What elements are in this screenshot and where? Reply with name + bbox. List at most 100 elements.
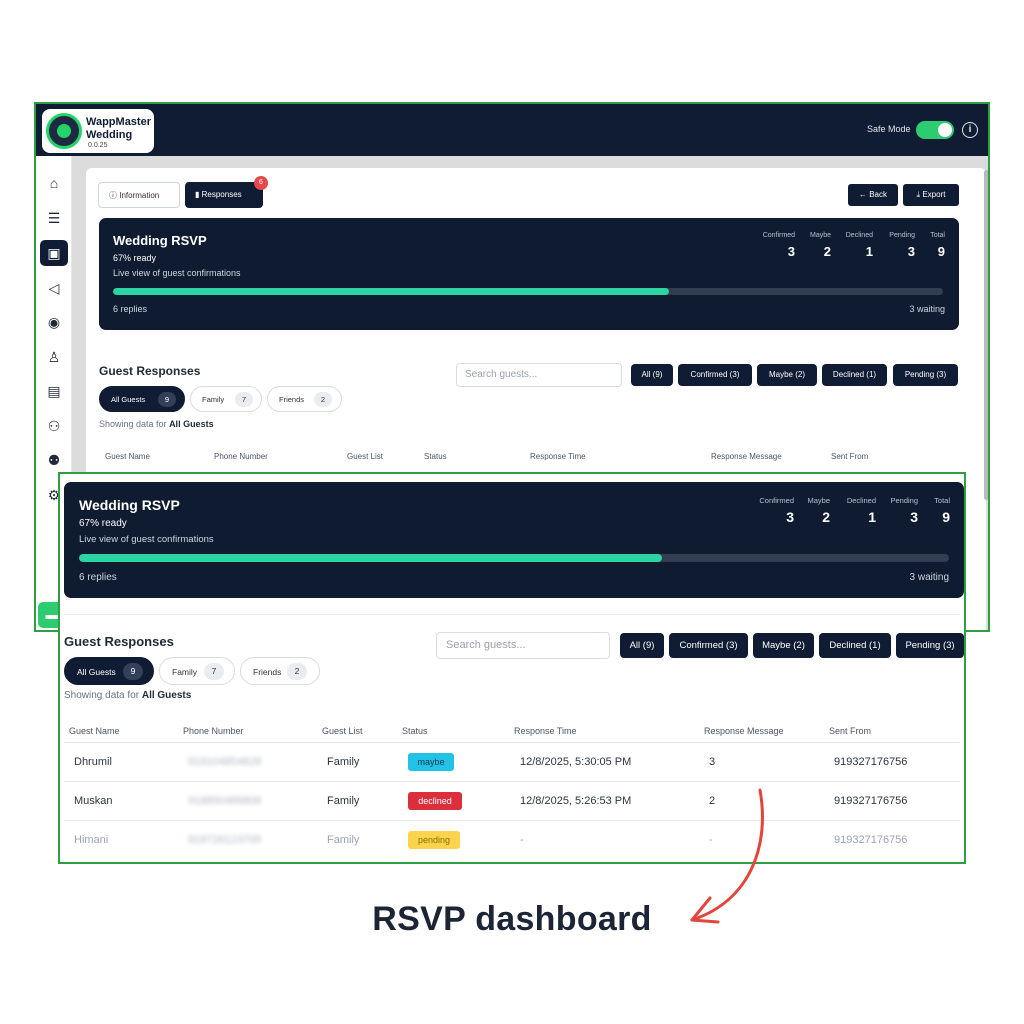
- showing-prefix: Showing data for: [99, 419, 167, 429]
- bar-chart-icon: ▮: [195, 190, 202, 199]
- stat-declined-value: 1: [865, 244, 873, 259]
- back-button[interactable]: ← Back: [848, 184, 898, 206]
- filter-all[interactable]: All (9): [631, 364, 673, 386]
- stat-maybe-label: Maybe: [807, 496, 830, 505]
- megaphone-icon[interactable]: ◁: [40, 275, 68, 301]
- sent-from: 919327176756: [834, 795, 908, 807]
- stat-pending-value: 3: [910, 509, 918, 525]
- rsvp-subtitle: Live view of guest confirmations: [113, 268, 241, 278]
- tab-information[interactable]: ⓘ Information: [98, 182, 180, 208]
- app-name-line1: WappMaster: [86, 116, 151, 128]
- replies-count: 6 replies: [113, 304, 148, 314]
- app-logo[interactable]: WappMaster Wedding 0.0.25: [42, 109, 154, 153]
- filter-maybe[interactable]: Maybe (2): [757, 364, 817, 386]
- guest-name: Himani: [74, 834, 109, 846]
- search-input[interactable]: Search guests...: [456, 363, 622, 387]
- stat-declined-value: 1: [868, 509, 876, 525]
- group-all-guests[interactable]: All Guests 9: [64, 657, 154, 685]
- table-row[interactable]: Dhrumil 919104854828 Family maybe 12/8/2…: [64, 742, 960, 781]
- group-family[interactable]: Family 7: [190, 386, 262, 412]
- stat-maybe-value: 2: [823, 244, 831, 259]
- group-family[interactable]: Family 7: [159, 657, 235, 685]
- list-icon[interactable]: ☰: [40, 205, 68, 231]
- info-icon[interactable]: i: [962, 122, 978, 138]
- group-count: 7: [204, 663, 224, 680]
- table-row[interactable]: Muskan 918850486808 Family declined 12/8…: [64, 781, 960, 820]
- sent-from: 919327176756: [834, 834, 908, 846]
- search-input[interactable]: Search guests...: [436, 632, 610, 659]
- phone-number: 919726123705: [188, 834, 262, 846]
- rsvp-progress-track: [113, 288, 943, 295]
- sent-from: 919327176756: [834, 756, 908, 768]
- safe-mode-label: Safe Mode: [867, 124, 911, 134]
- rsvp-summary-card: Wedding RSVP 67% ready Live view of gues…: [64, 482, 964, 598]
- group-label: Family: [172, 667, 198, 677]
- showing-data-text: Showing data for All Guests: [64, 690, 191, 701]
- responses-count-badge: 6: [254, 176, 268, 190]
- group-label: Friends: [253, 667, 282, 677]
- phone-number: 918850486808: [188, 795, 262, 807]
- guest-name: Muskan: [74, 795, 113, 807]
- info-circle-icon: ⓘ: [109, 191, 120, 200]
- status-badge: declined: [408, 792, 462, 810]
- export-button[interactable]: ⤓ Export: [903, 184, 959, 206]
- group-icon[interactable]: ⚉: [40, 447, 68, 473]
- column-header: Response Time: [530, 452, 586, 461]
- column-header: Phone Number: [214, 452, 268, 461]
- group-all-guests[interactable]: All Guests 9: [99, 386, 185, 412]
- stat-confirmed-value: 3: [787, 244, 795, 259]
- stat-confirmed-value: 3: [786, 509, 794, 525]
- document-icon[interactable]: ▤: [40, 378, 68, 404]
- group-count: 2: [287, 663, 307, 680]
- scrollbar[interactable]: [984, 170, 988, 500]
- group-label: Friends: [279, 395, 305, 404]
- whatsapp-logo-icon: [46, 113, 82, 149]
- caption: RSVP dashboard: [372, 900, 652, 938]
- response-message: 3: [709, 756, 716, 768]
- column-header: Guest Name: [69, 726, 120, 736]
- tab-responses[interactable]: ▮ Responses: [185, 182, 263, 208]
- filter-confirmed[interactable]: Confirmed (3): [669, 633, 748, 658]
- stat-declined-label: Declined: [846, 496, 876, 505]
- group-friends[interactable]: Friends 2: [267, 386, 342, 412]
- status-badge: pending: [408, 831, 460, 849]
- users-icon[interactable]: ⚇: [40, 413, 68, 439]
- column-header: Sent From: [829, 726, 872, 736]
- status-badge: maybe: [408, 753, 454, 771]
- table-row[interactable]: Himani 919726123705 Family pending - - 9…: [64, 820, 960, 859]
- showing-value: All Guests: [141, 690, 192, 701]
- filter-maybe[interactable]: Maybe (2): [753, 633, 814, 658]
- filter-all[interactable]: All (9): [620, 633, 664, 658]
- zoomed-dashboard-panel: Wedding RSVP 67% ready Live view of gues…: [58, 472, 966, 864]
- stat-total-label: Total: [934, 496, 950, 505]
- stat-pending-label: Pending: [890, 496, 918, 505]
- bot-icon[interactable]: ◉: [40, 309, 68, 335]
- guest-name: Dhrumil: [74, 756, 112, 768]
- column-header: Guest List: [322, 726, 363, 736]
- rsvp-progress-fill: [79, 554, 662, 562]
- filter-pending[interactable]: Pending (3): [896, 633, 964, 658]
- safe-mode-toggle[interactable]: [916, 121, 954, 139]
- user-icon[interactable]: ♙: [40, 344, 68, 370]
- home-icon[interactable]: ⌂: [40, 170, 68, 196]
- response-time: 12/8/2025, 5:26:53 PM: [520, 795, 632, 807]
- filter-declined[interactable]: Declined (1): [822, 364, 887, 386]
- stat-pending-value: 3: [907, 244, 915, 259]
- stat-confirmed-label: Confirmed: [759, 496, 794, 505]
- stat-pending-label: Pending: [889, 232, 915, 239]
- response-time: 12/8/2025, 5:30:05 PM: [520, 756, 632, 768]
- top-bar: WappMaster Wedding 0.0.25 Safe Mode i: [36, 104, 988, 156]
- guest-list: Family: [327, 834, 360, 846]
- waiting-count: 3 waiting: [909, 572, 949, 583]
- waiting-count: 3 waiting: [909, 304, 945, 314]
- stat-maybe-value: 2: [822, 509, 830, 525]
- guest-responses-heading: Guest Responses: [99, 364, 201, 378]
- group-friends[interactable]: Friends 2: [240, 657, 320, 685]
- filter-pending[interactable]: Pending (3): [893, 364, 958, 386]
- filter-confirmed[interactable]: Confirmed (3): [678, 364, 752, 386]
- column-header: Status: [402, 726, 428, 736]
- filter-declined[interactable]: Declined (1): [819, 633, 891, 658]
- rsvp-icon[interactable]: ▣: [40, 240, 68, 266]
- column-header: Response Message: [711, 452, 782, 461]
- column-header: Guest Name: [105, 452, 150, 461]
